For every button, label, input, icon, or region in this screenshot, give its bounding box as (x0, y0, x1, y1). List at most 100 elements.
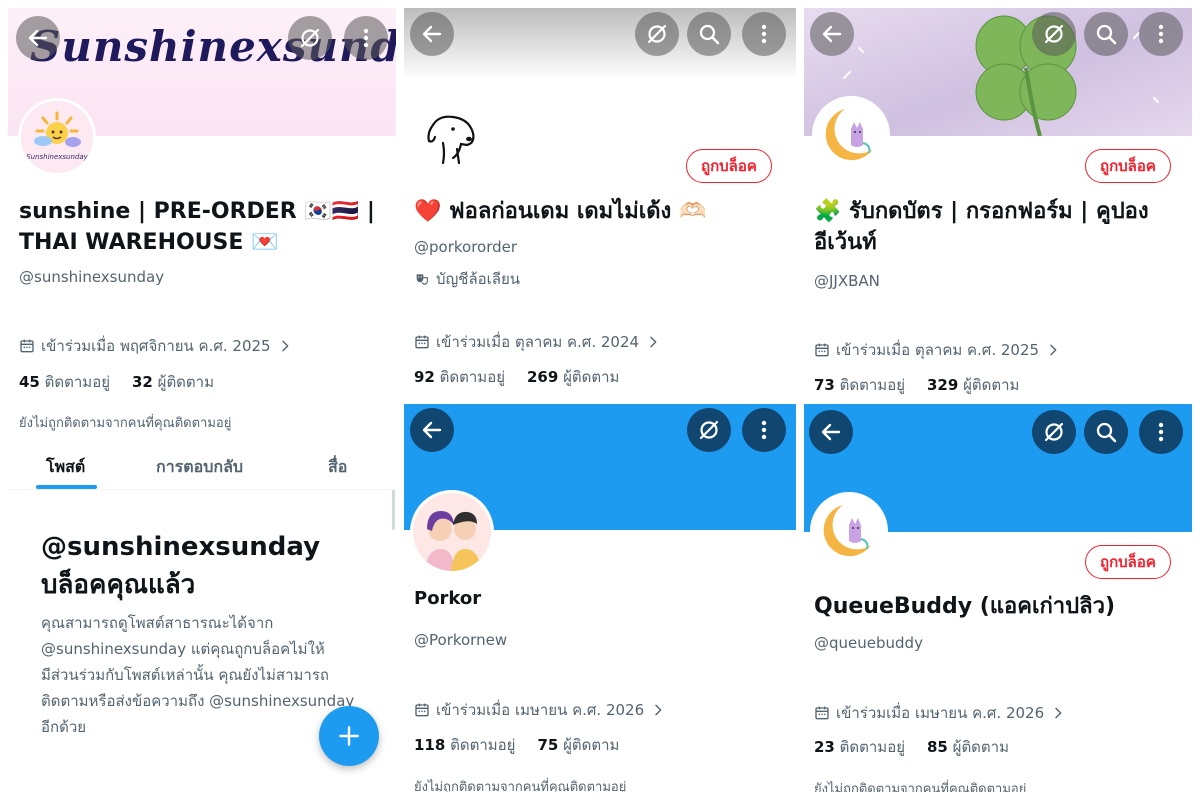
link-off-icon (645, 22, 669, 46)
not-followed-note: ยังไม่ถูกติดตามจากคนที่คุณติดตามอยู่ (814, 782, 1027, 792)
link-off-icon (298, 26, 322, 50)
more-options-button[interactable] (742, 408, 786, 452)
following-link[interactable]: 45 ติดตามอยู่ (19, 370, 110, 394)
following-link[interactable]: 92 ติดตามอยู่ (414, 365, 505, 389)
join-date-text: เข้าร่วมเมื่อ ตุลาคม ค.ศ. 2024 (436, 333, 640, 351)
back-button[interactable] (809, 410, 853, 454)
moon-cat-illustration (815, 99, 887, 171)
link-off-button[interactable] (687, 408, 731, 452)
link-off-icon (697, 418, 721, 442)
join-date[interactable]: เข้าร่วมเมื่อ ตุลาคม ค.ศ. 2025 (814, 338, 1061, 362)
join-date[interactable]: เข้าร่วมเมื่อ เมษายน ค.ศ. 2026 (814, 701, 1066, 725)
plus-icon (339, 726, 359, 746)
link-off-button[interactable] (1032, 410, 1076, 454)
join-date[interactable]: เข้าร่วมเมื่อ เมษายน ค.ศ. 2026 (414, 698, 666, 722)
back-button[interactable] (410, 408, 454, 452)
blocked-title-line1: @sunshinexsunday (41, 532, 321, 562)
followers-count: 329 (927, 376, 959, 394)
join-date-text: เข้าร่วมเมื่อ ตุลาคม ค.ศ. 2025 (836, 341, 1040, 359)
back-button[interactable] (810, 12, 854, 56)
tab-posts[interactable]: โพสต์ (46, 455, 85, 480)
following-link[interactable]: 73 ติดตามอยู่ (814, 373, 905, 397)
blocked-button[interactable]: ถูกบล็อค (686, 149, 772, 183)
followers-link[interactable]: 85 ผู้ติดตาม (927, 735, 1009, 759)
followers-count: 269 (527, 368, 559, 386)
follow-stats: 118 ติดตามอยู่ 75 ผู้ติดตาม (414, 733, 619, 757)
avatar[interactable] (812, 96, 890, 174)
following-count: 92 (414, 368, 435, 386)
search-button[interactable] (1084, 410, 1128, 454)
display-name: sunshine | PRE-ORDER 🇰🇷🇹🇭 | THAI WAREHOU… (19, 196, 389, 258)
parody-label: บัญชีล้อเลียน (414, 267, 520, 291)
calendar-icon (814, 705, 830, 721)
link-off-button[interactable] (1032, 12, 1076, 56)
join-date[interactable]: เข้าร่วมเมื่อ ตุลาคม ค.ศ. 2024 (414, 330, 661, 354)
back-arrow-icon (820, 22, 844, 46)
followers-link[interactable]: 75 ผู้ติดตาม (537, 733, 619, 757)
more-options-button[interactable] (344, 16, 388, 60)
tab-media[interactable]: สื่อ (328, 455, 347, 480)
blocked-title: @sunshinexsunday บล็อคคุณแล้ว (41, 528, 320, 604)
more-vertical-icon (354, 26, 378, 50)
followers-count: 32 (132, 373, 153, 391)
username: @porkororder (414, 238, 518, 256)
profile-banner (404, 8, 796, 80)
followers-label: ผู้ติดตาม (963, 376, 1020, 394)
tabs-divider (8, 489, 396, 490)
more-vertical-icon (752, 418, 776, 442)
followers-link[interactable]: 32 ผู้ติดตาม (132, 370, 214, 394)
chevron-right-icon (1045, 342, 1061, 358)
more-options-button[interactable] (1139, 12, 1183, 56)
join-date-text: เข้าร่วมเมื่อ พฤศจิกายน ค.ศ. 2025 (41, 337, 271, 355)
couple-illustration (413, 493, 491, 571)
follow-stats: 45 ติดตามอยู่ 32 ผู้ติดตาม (19, 370, 214, 394)
search-button[interactable] (1084, 12, 1128, 56)
profile-panel-porkororder: ถูกบล็อค ❤️ ฟอลก่อนเดม เดมไม่เด้ง 🫶🏻 @po… (404, 8, 796, 404)
followers-link[interactable]: 329 ผู้ติดตาม (927, 373, 1019, 397)
blocked-description: คุณสามารถดูโพสต์สาธารณะได้จาก @sunshinex… (41, 610, 354, 740)
back-arrow-icon (420, 22, 444, 46)
back-button[interactable] (410, 12, 454, 56)
following-link[interactable]: 118 ติดตามอยู่ (414, 733, 515, 757)
calendar-icon (814, 342, 830, 358)
tab-replies[interactable]: การตอบกลับ (156, 455, 243, 480)
more-options-button[interactable] (742, 12, 786, 56)
link-off-icon (1042, 420, 1066, 444)
following-label: ติดตามอยู่ (839, 738, 905, 756)
more-options-button[interactable] (1139, 410, 1183, 454)
search-button[interactable] (687, 12, 731, 56)
followers-count: 85 (927, 738, 948, 756)
banner-handwritten-text: Sunshinexsunday (30, 22, 396, 71)
join-date[interactable]: เข้าร่วมเมื่อ พฤศจิกายน ค.ศ. 2025 (19, 334, 293, 358)
display-name-line1: sunshine | PRE-ORDER 🇰🇷🇹🇭 | (19, 199, 375, 224)
following-count: 118 (414, 736, 446, 754)
calendar-icon (414, 702, 430, 718)
scrollbar[interactable] (392, 490, 395, 530)
link-off-button[interactable] (288, 16, 332, 60)
blocked-title-line2: บล็อคคุณแล้ว (41, 570, 196, 600)
avatar[interactable] (410, 490, 494, 574)
followers-link[interactable]: 269 ผู้ติดตาม (527, 365, 619, 389)
username: @JJXBAN (814, 272, 880, 290)
blocked-button[interactable]: ถูกบล็อค (1085, 545, 1171, 579)
username: @Porkornew (414, 631, 508, 649)
chevron-right-icon (277, 338, 293, 354)
more-vertical-icon (1149, 22, 1173, 46)
chevron-right-icon (650, 702, 666, 718)
compose-fab-button[interactable] (319, 706, 379, 766)
not-followed-note: ยังไม่ถูกติดตามจากคนที่คุณติดตามอยู่ (414, 780, 627, 792)
link-off-button[interactable] (635, 12, 679, 56)
chevron-right-icon (645, 334, 661, 350)
chevron-right-icon (1050, 705, 1066, 721)
blocked-description-line: ติดตามหรือส่งข้อความถึง @sunshinexsunday (41, 692, 355, 710)
avatar[interactable]: Sunshinexsunday (18, 98, 96, 176)
more-vertical-icon (1149, 420, 1173, 444)
avatar[interactable] (810, 492, 888, 570)
back-button[interactable] (16, 16, 60, 60)
profile-panel-queuebuddy: ถูกบล็อค QueueBuddy (แอคเก่าปลิว) @queue… (804, 404, 1192, 792)
display-name: Porkor (414, 588, 482, 609)
following-link[interactable]: 23 ติดตามอยู่ (814, 735, 905, 759)
following-label: ติดตามอยู่ (439, 368, 505, 386)
blocked-button[interactable]: ถูกบล็อค (1085, 149, 1171, 183)
avatar[interactable] (410, 100, 488, 178)
